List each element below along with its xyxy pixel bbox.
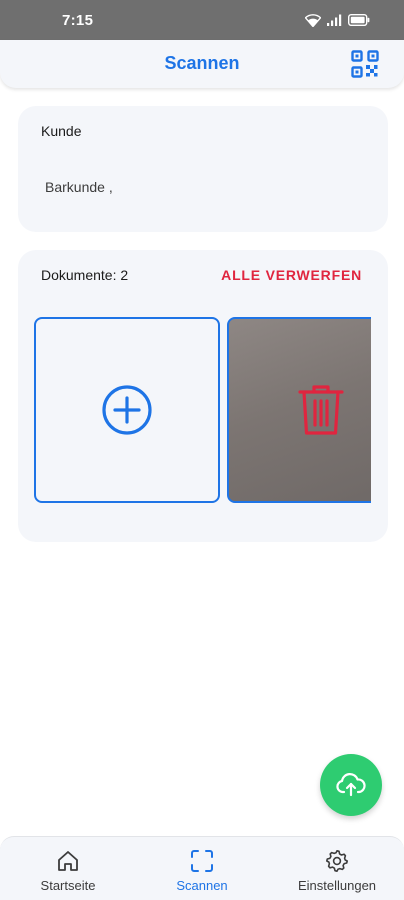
nav-label-scannen: Scannen <box>176 878 228 893</box>
status-bar: 7:15 <box>0 0 404 40</box>
nav-label-einstellungen: Einstellungen <box>297 878 377 893</box>
home-icon <box>58 851 78 871</box>
screen: 7:15 Scannen Kunde Barkunde , Dokumente:… <box>0 0 404 900</box>
nav-label-startseite: Startseite <box>40 878 96 893</box>
customer-value[interactable]: Barkunde , <box>45 179 113 195</box>
nav-item-startseite[interactable]: Startseite <box>18 849 118 893</box>
documents-count: Dokumente: 2 <box>41 267 129 283</box>
nav-item-einstellungen[interactable]: Einstellungen <box>287 849 387 893</box>
qr-scan-button[interactable] <box>350 49 380 79</box>
scan-icon <box>191 850 213 872</box>
page-title: Scannen <box>164 53 240 73</box>
add-document-button[interactable] <box>34 317 220 503</box>
discard-all-button[interactable]: ALLE VERWERFEN <box>221 267 362 283</box>
status-time: 7:15 <box>62 11 94 29</box>
bottom-nav: Startseite Scannen Einstellungen <box>0 836 404 900</box>
trash-icon[interactable] <box>297 383 345 437</box>
battery-icon <box>348 14 370 26</box>
signal-icon <box>327 14 342 26</box>
gear-icon <box>326 850 348 872</box>
app-header: Scannen <box>0 40 404 88</box>
documents-card: Dokumente: 2 ALLE VERWERFEN <box>18 250 388 542</box>
document-strip[interactable] <box>34 317 371 504</box>
cloud-upload-icon <box>336 773 366 797</box>
status-icons <box>305 13 370 27</box>
customer-label: Kunde <box>41 123 82 139</box>
customer-card: Kunde Barkunde , <box>18 106 388 232</box>
nav-item-scannen[interactable]: Scannen <box>152 849 252 893</box>
wifi-icon <box>305 13 321 27</box>
qr-code-icon <box>351 50 379 78</box>
add-circle-icon <box>102 385 152 435</box>
document-thumbnail[interactable] <box>227 317 371 503</box>
upload-button[interactable] <box>320 754 382 816</box>
